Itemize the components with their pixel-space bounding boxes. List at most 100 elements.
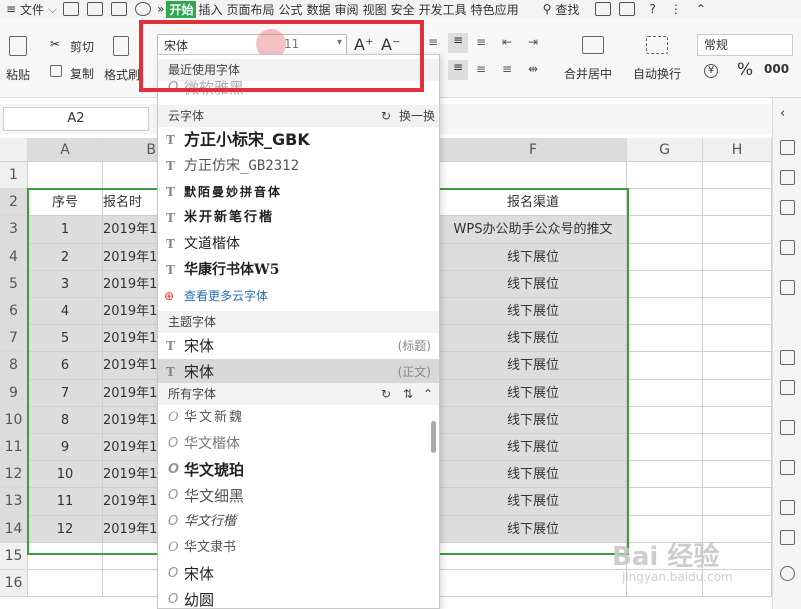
tab-home[interactable]: 开始: [166, 0, 197, 18]
table-cell[interactable]: [627, 352, 703, 380]
table-cell[interactable]: 线下展位: [440, 243, 627, 271]
menu-file[interactable]: 文件: [18, 1, 46, 18]
table-cell[interactable]: [627, 325, 703, 353]
print-icon[interactable]: [87, 2, 104, 16]
table-cell[interactable]: [703, 298, 772, 326]
tab-data[interactable]: 数据: [305, 1, 333, 18]
table-cell[interactable]: [703, 488, 772, 516]
settings-icon[interactable]: [780, 280, 795, 295]
wrap-text-button[interactable]: 自动换行: [633, 65, 681, 82]
menu-icon[interactable]: ≡: [4, 2, 18, 16]
collapse-icon[interactable]: ⌃: [694, 2, 708, 16]
table-cell[interactable]: 2019年1: [103, 515, 159, 543]
table-header-cell[interactable]: 报名时: [103, 189, 159, 217]
justify-icon[interactable]: ≡: [502, 62, 512, 76]
cloud-font-item[interactable]: T 方正仿宋_GB2312: [158, 153, 439, 179]
all-font-item[interactable]: O 华文隶书: [158, 535, 439, 561]
all-font-item[interactable]: O 华文楷体: [158, 431, 439, 457]
tab-insert[interactable]: 插入: [196, 1, 224, 18]
table-cell[interactable]: [28, 542, 103, 570]
table-cell[interactable]: 线下展位: [440, 461, 627, 489]
table-cell[interactable]: 2: [28, 243, 103, 271]
number-format-select[interactable]: 常规: [697, 34, 793, 56]
table-cell[interactable]: [703, 216, 772, 244]
recent-font-item[interactable]: O 微软雅黑: [158, 81, 439, 101]
table-cell[interactable]: 12: [28, 515, 103, 543]
tab-view[interactable]: 视图: [361, 1, 389, 18]
more-icon[interactable]: »: [155, 2, 166, 16]
table-cell[interactable]: [627, 270, 703, 298]
row-header[interactable]: 11: [0, 434, 28, 462]
box-icon[interactable]: [780, 460, 795, 475]
copy-icon[interactable]: [50, 65, 62, 77]
table-cell[interactable]: [103, 542, 159, 570]
font-size-value[interactable]: 11: [284, 37, 299, 51]
all-font-item[interactable]: O 华文行楷: [158, 509, 439, 535]
merge-center-button[interactable]: 合并居中: [564, 65, 612, 82]
table-cell[interactable]: 3: [28, 270, 103, 298]
column-header-a[interactable]: A: [28, 138, 103, 162]
share-icon[interactable]: [595, 2, 612, 16]
all-font-item[interactable]: O 华文新魏: [158, 405, 439, 431]
picture-icon[interactable]: [780, 500, 795, 515]
table-cell[interactable]: 2019年1: [103, 461, 159, 489]
more-options-icon[interactable]: ⋮: [668, 2, 684, 16]
table-cell[interactable]: 线下展位: [440, 406, 627, 434]
cloud-font-item[interactable]: T 华康行书体W5: [158, 257, 439, 283]
column-header-f[interactable]: F: [440, 138, 627, 162]
table-cell[interactable]: [703, 461, 772, 489]
backup-icon[interactable]: [780, 420, 795, 435]
table-cell[interactable]: 2019年1: [103, 434, 159, 462]
table-cell[interactable]: 2019年1: [103, 270, 159, 298]
table-cell[interactable]: 线下展位: [440, 352, 627, 380]
font-name-value[interactable]: 宋体: [164, 37, 188, 54]
tab-security[interactable]: 安全: [389, 1, 417, 18]
table-cell[interactable]: 2019年1: [103, 298, 159, 326]
row-header[interactable]: 10: [0, 406, 28, 434]
align-center-icon[interactable]: ≡: [448, 60, 468, 80]
align-bottom-icon[interactable]: ≡: [476, 35, 486, 49]
format-painter-icon[interactable]: [113, 36, 129, 56]
table-icon[interactable]: [780, 240, 795, 255]
indent-right-icon[interactable]: ⇥: [528, 35, 538, 49]
distributed-icon[interactable]: ⇹: [528, 62, 538, 76]
table-cell[interactable]: [627, 488, 703, 516]
table-cell[interactable]: [703, 325, 772, 353]
refresh-icon[interactable]: ↻: [381, 105, 391, 127]
row-header[interactable]: 16: [0, 570, 28, 598]
share-panel-icon[interactable]: [780, 380, 795, 395]
paste-button[interactable]: 粘贴: [6, 66, 30, 83]
table-cell[interactable]: [627, 216, 703, 244]
table-cell[interactable]: 2019年1: [103, 243, 159, 271]
table-cell[interactable]: 线下展位: [440, 488, 627, 516]
table-cell[interactable]: [703, 352, 772, 380]
tab-developer[interactable]: 开发工具: [417, 1, 469, 18]
table-cell[interactable]: 7: [28, 379, 103, 407]
cloud-font-item[interactable]: T 方正小标宋_GBK: [158, 127, 439, 153]
table-cell[interactable]: 8: [28, 406, 103, 434]
style-icon[interactable]: [780, 200, 795, 215]
more-cloud-fonts-link[interactable]: ⊕ 查看更多云字体: [158, 283, 439, 309]
swap-button[interactable]: 换一换: [399, 105, 435, 127]
refresh-icon[interactable]: ↻: [381, 383, 391, 405]
table-cell[interactable]: 9: [28, 434, 103, 462]
thousands-icon[interactable]: 000: [764, 62, 789, 76]
table-cell[interactable]: 线下展位: [440, 434, 627, 462]
currency-icon[interactable]: ¥: [704, 64, 718, 78]
table-cell[interactable]: 2019年1: [103, 379, 159, 407]
table-cell[interactable]: [28, 162, 103, 190]
column-header-g[interactable]: G: [627, 138, 703, 162]
table-cell[interactable]: [703, 162, 772, 190]
shape-icon[interactable]: [780, 170, 795, 185]
column-header-h[interactable]: H: [703, 138, 772, 162]
table-cell[interactable]: 11: [28, 488, 103, 516]
table-cell[interactable]: [703, 243, 772, 271]
table-cell[interactable]: [703, 379, 772, 407]
row-header[interactable]: 6: [0, 298, 28, 326]
table-cell[interactable]: [440, 162, 627, 190]
row-header[interactable]: 12: [0, 461, 28, 489]
table-cell[interactable]: 4: [28, 298, 103, 326]
tab-formula[interactable]: 公式: [277, 1, 305, 18]
table-header-cell[interactable]: 报名渠道: [440, 189, 627, 217]
table-cell[interactable]: [703, 270, 772, 298]
